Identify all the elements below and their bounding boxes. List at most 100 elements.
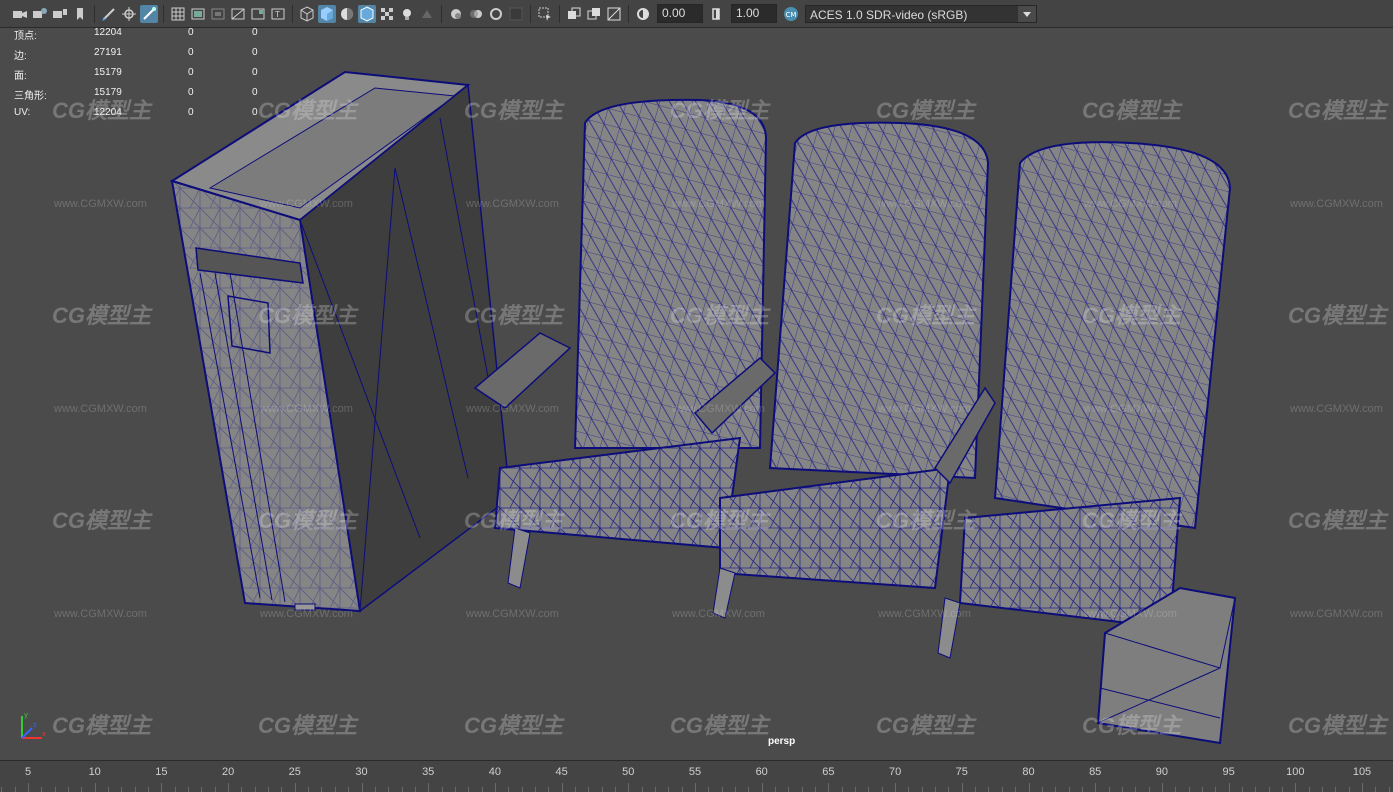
timeline-tick (708, 787, 710, 792)
watermark-url: www.CGMXW.com (466, 608, 559, 620)
timeline-tick (254, 787, 256, 792)
timeline-tick (588, 787, 590, 792)
field-chart-icon[interactable] (249, 5, 267, 23)
timeline-tick (1041, 787, 1043, 792)
gate-mask-icon[interactable] (229, 5, 247, 23)
3d-viewport[interactable]: 顶点: 12204 0 0 边: 27191 0 0 面: 15179 0 0 三角形: 15179 0 0 U… (0, 28, 1393, 760)
hud-row: 顶点: 12204 0 0 (14, 28, 274, 44)
grease-pencil-icon[interactable] (100, 5, 118, 23)
color-management-icon[interactable]: CM (782, 5, 800, 23)
timeline-tick-label: 5 (24, 766, 32, 778)
timeline-tick (148, 787, 150, 792)
timeline-tick (988, 787, 990, 792)
timeline-tick (681, 787, 683, 792)
hud-value-a: 12204 (94, 28, 122, 38)
bookmark-camera-icon[interactable] (51, 5, 69, 23)
hud-value-c: 0 (252, 107, 258, 118)
hud-value-c: 0 (252, 47, 258, 58)
exposure-icon[interactable] (634, 5, 652, 23)
watermark-url: www.CGMXW.com (466, 403, 559, 415)
shadows-icon[interactable] (418, 5, 436, 23)
safe-action-icon[interactable]: T (269, 5, 287, 23)
hud-label: 三角形: (14, 91, 47, 102)
timeline-tick (1188, 787, 1190, 792)
resolution-gate-icon[interactable] (209, 5, 227, 23)
isolate-select-icon[interactable] (536, 5, 554, 23)
timeline-tick (1321, 787, 1323, 792)
timeline-tick (841, 787, 843, 792)
default-material-icon[interactable] (338, 5, 356, 23)
timeline-tick-label: 80 (1022, 766, 1035, 778)
timeline-tick (868, 787, 870, 792)
grid-icon[interactable] (169, 5, 187, 23)
timeline-tick (401, 787, 403, 792)
exposure-field[interactable]: 0.00 (657, 4, 703, 23)
watermark-url: www.CGMXW.com (878, 403, 971, 415)
timeline-tick (14, 787, 16, 792)
watermark-logo: CG模型主 (52, 713, 152, 738)
watermark-logo: CG模型主 (876, 98, 976, 123)
timeline-tick (268, 787, 270, 792)
camera-attributes-icon[interactable] (31, 5, 49, 23)
hud-value-a: 27191 (94, 47, 122, 58)
film-gate-icon[interactable] (189, 5, 207, 23)
timeline-tick (748, 787, 750, 792)
gamma-icon[interactable] (708, 5, 726, 23)
camera-select-icon[interactable] (11, 5, 29, 23)
xray-active-components-icon[interactable] (585, 5, 603, 23)
motion-blur-icon[interactable] (467, 5, 485, 23)
timeline-tick (1215, 787, 1217, 792)
timeline-tick-label: 50 (622, 766, 635, 778)
anti-aliasing-icon[interactable] (487, 5, 505, 23)
timeline-tick (548, 787, 550, 792)
timeline-tick (468, 787, 470, 792)
timeline-tick (388, 787, 390, 792)
timeline-tick-label: 100 (1286, 766, 1305, 778)
gamma-field[interactable]: 1.00 (731, 4, 777, 23)
toolbar-divider (441, 4, 442, 23)
hud-label: 顶点: (14, 31, 37, 42)
watermark-url: www.CGMXW.com (54, 608, 147, 620)
textured-icon[interactable] (378, 5, 396, 23)
watermark-url: www.CGMXW.com (672, 198, 765, 210)
timeline-tick-label: 55 (688, 766, 702, 778)
timeline-tick (54, 787, 56, 792)
watermark-logo: CG模型主 (670, 98, 770, 123)
watermark-url: www.CGMXW.com (1084, 198, 1177, 210)
timeline-tick (1108, 787, 1110, 792)
xray-icon[interactable] (565, 5, 583, 23)
timeline-tick (1348, 787, 1350, 792)
z-axis-line (21, 727, 33, 739)
toolbar-divider (628, 4, 629, 23)
watermark-logo: CG模型主 (258, 303, 358, 328)
wireframe-on-shaded-icon[interactable] (358, 4, 376, 23)
hud-value-a: 15179 (94, 67, 122, 78)
hud-value-b: 0 (188, 28, 194, 38)
depth-of-field-icon[interactable] (507, 5, 525, 23)
scene-canvas[interactable] (0, 28, 1393, 760)
time-slider[interactable]: 5 10 15 20 25 30 35 40 45 50 55 60 65 70 75 80 85 90 95 100… (0, 760, 1393, 792)
timeline-tick (348, 787, 350, 792)
watermark-logo: CG模型主 (52, 303, 152, 328)
xray-joints-icon[interactable] (605, 5, 623, 23)
wireframe-icon[interactable] (298, 5, 316, 23)
smooth-shade-icon[interactable] (318, 4, 336, 23)
timeline-tick-label: 65 (822, 766, 835, 778)
timeline-tick (855, 787, 857, 792)
camera-pan-icon[interactable] (120, 5, 138, 23)
watermark-url: www.CGMXW.com (1290, 403, 1383, 415)
toolbar-divider (292, 4, 293, 23)
lighting-icon[interactable] (398, 5, 416, 23)
timeline-tick (1388, 787, 1390, 792)
z-axis-label: z (33, 721, 37, 729)
view-transform-select[interactable]: ACES 1.0 SDR-video (sRGB) (805, 4, 1037, 23)
timeline-tick (1135, 787, 1137, 792)
timeline-tick (641, 787, 643, 792)
timeline-tick (1081, 787, 1083, 792)
2d-pan-zoom-icon[interactable] (140, 4, 158, 23)
timeline-tick (1068, 787, 1070, 792)
bookmark-icon[interactable] (71, 5, 89, 23)
ambient-occlusion-icon[interactable] (447, 5, 465, 23)
watermark-url: www.CGMXW.com (1290, 198, 1383, 210)
timeline-tick (721, 787, 723, 792)
